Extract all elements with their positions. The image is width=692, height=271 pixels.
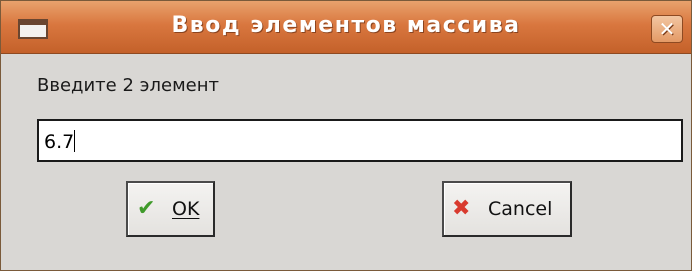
x-icon: ✖ xyxy=(452,196,471,221)
checkmark-icon: ✔ xyxy=(137,196,156,221)
title-bar[interactable]: Ввод элементов массива ✕ xyxy=(1,1,691,54)
window-icon[interactable] xyxy=(18,19,48,39)
ok-button-label: OK xyxy=(172,198,199,220)
window-title: Ввод элементов массива xyxy=(171,13,521,38)
close-icon: ✕ xyxy=(658,17,676,41)
cancel-button-label: Cancel xyxy=(488,198,553,220)
prompt-label: Введите 2 элемент xyxy=(37,75,219,96)
input-text: 6.7 xyxy=(44,130,76,153)
ok-label-rest: K xyxy=(186,198,200,220)
ok-mnemonic: O xyxy=(172,198,187,220)
input-value: 6.7 xyxy=(44,131,75,153)
text-caret xyxy=(74,130,76,152)
cancel-button[interactable]: ✖ Cancel xyxy=(442,181,572,237)
element-input[interactable]: 6.7 xyxy=(37,119,683,162)
ok-button[interactable]: ✔ OK xyxy=(126,181,215,237)
close-button[interactable]: ✕ xyxy=(651,15,683,43)
dialog-window: Ввод элементов массива ✕ Введите 2 элеме… xyxy=(0,0,692,271)
